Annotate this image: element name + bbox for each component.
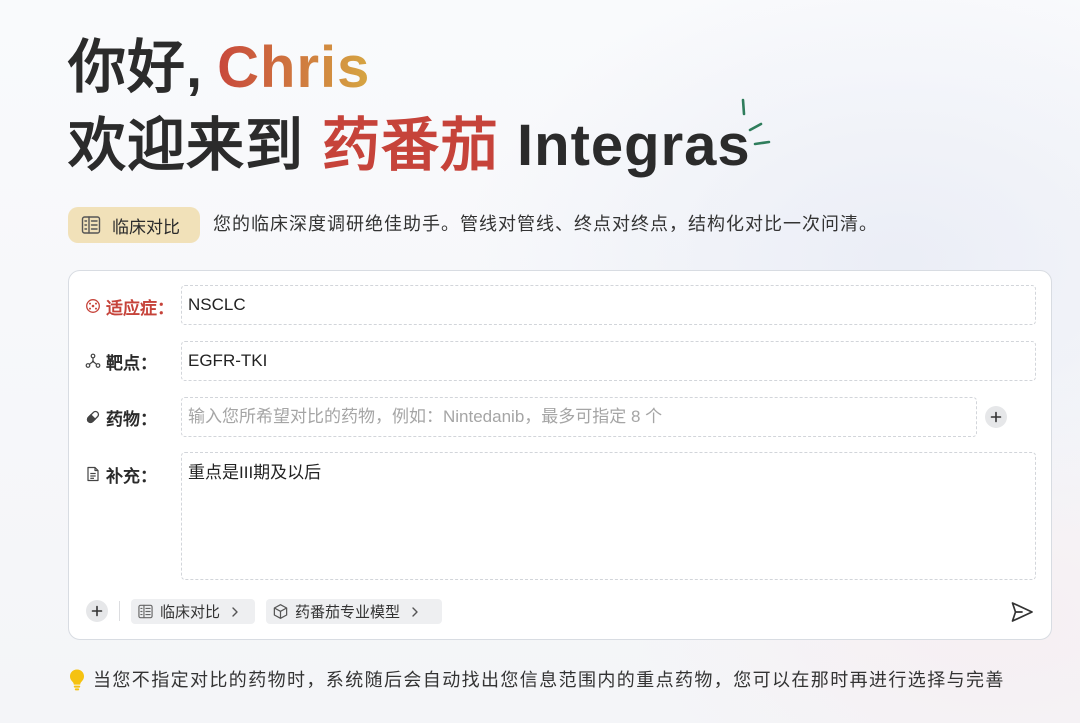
- document-icon: [87, 466, 99, 482]
- product-name: Integras: [517, 113, 751, 178]
- lightbulb-icon: [70, 669, 84, 691]
- molecule-icon: [85, 353, 101, 368]
- send-icon: [1011, 602, 1033, 622]
- add-drug-button[interactable]: [985, 406, 1007, 428]
- chevron-right-icon: [232, 606, 238, 617]
- target-label-text: 靶点：: [106, 353, 157, 373]
- attach-button[interactable]: [86, 600, 108, 622]
- indication-input[interactable]: [181, 285, 1036, 325]
- mode-chip-label: 临床对比: [160, 604, 221, 621]
- indication-label: 适应症：: [85, 296, 174, 318]
- supplement-label-text: 补充：: [106, 466, 157, 486]
- pill-icon: [86, 410, 100, 424]
- target-input[interactable]: [181, 341, 1036, 381]
- tagline: 您的临床深度调研绝佳助手。管线对管线、终点对终点，结构化对比一次问清。: [213, 214, 878, 234]
- greeting-prefix: 你好,: [68, 35, 204, 100]
- mode-badge-label: 临床对比: [112, 217, 180, 237]
- chevron-right-icon: [412, 606, 418, 617]
- mode-selector-chip[interactable]: 临床对比: [131, 599, 255, 624]
- model-chip-label: 药番茄专业模型: [295, 604, 401, 621]
- drug-label: 药物：: [85, 407, 157, 429]
- plus-icon: [91, 605, 103, 617]
- book-list-icon: [81, 216, 101, 234]
- target-label: 靶点：: [85, 351, 157, 373]
- tip-text: 当您不指定对比的药物时，系统随后会自动找出您信息范围内的重点药物，您可以在那时再…: [93, 670, 1005, 690]
- virus-icon: [86, 299, 100, 313]
- welcome-prefix: 欢迎来到: [68, 113, 305, 178]
- toolbar-divider: [119, 601, 120, 621]
- supplement-label: 补充：: [85, 464, 157, 486]
- model-selector-chip[interactable]: 药番茄专业模型: [266, 599, 442, 624]
- welcome-heading: 欢迎来到 药番茄 Integras: [68, 113, 751, 179]
- indication-label-text: 适应症：: [106, 298, 174, 318]
- greeting-heading: 你好, Chris: [68, 35, 370, 101]
- book-list-icon: [138, 604, 153, 619]
- drug-input[interactable]: [181, 397, 977, 437]
- send-button[interactable]: [1009, 599, 1035, 625]
- supplement-textarea[interactable]: 重点是III期及以后: [181, 452, 1036, 580]
- drug-label-text: 药物：: [106, 409, 157, 429]
- sparkle-icon: [741, 98, 771, 146]
- brand-name: 药番茄: [322, 113, 500, 178]
- user-name: Chris: [217, 35, 371, 100]
- comparison-form-card: 适应症： 靶点： 药物：: [68, 270, 1052, 640]
- cube-icon: [273, 604, 288, 619]
- mode-badge: 临床对比: [68, 207, 200, 243]
- plus-icon: [990, 411, 1002, 423]
